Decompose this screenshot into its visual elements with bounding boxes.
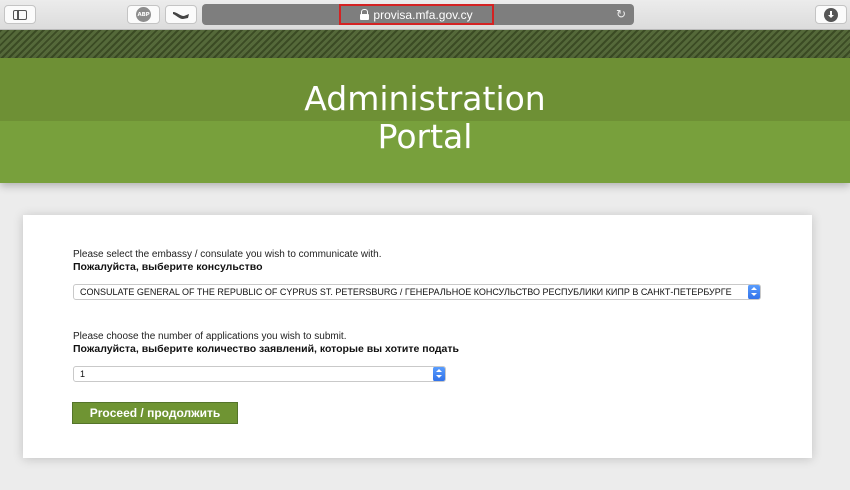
embassy-select-value: CONSULATE GENERAL OF THE REPUBLIC OF CYP… (80, 287, 732, 297)
page-title-line1: Administration (304, 79, 546, 118)
count-label-ru: Пожалуйста, выберите количество заявлени… (73, 343, 459, 355)
lock-icon (360, 9, 370, 20)
header-stripe-band (0, 30, 850, 58)
embassy-label-en: Please select the embassy / consulate yo… (73, 249, 382, 260)
form-card: Please select the embassy / consulate yo… (23, 215, 812, 458)
extension-button[interactable] (165, 5, 197, 24)
download-icon (824, 7, 838, 22)
page-header: Administration Portal (0, 58, 850, 183)
page-title-line2: Portal (377, 117, 473, 156)
application-count-value: 1 (80, 369, 86, 379)
sidebar-icon (13, 9, 27, 20)
select-arrows-icon (748, 285, 760, 299)
address-bar[interactable]: provisa.mfa.gov.cy ↻ (202, 4, 634, 25)
browser-toolbar: ABP provisa.mfa.gov.cy ↻ (0, 0, 850, 30)
reload-icon[interactable]: ↻ (616, 8, 628, 20)
embassy-select[interactable]: CONSULATE GENERAL OF THE REPUBLIC OF CYP… (73, 284, 761, 300)
proceed-button[interactable]: Proceed / продолжить (72, 402, 238, 424)
url-highlight: provisa.mfa.gov.cy (339, 4, 494, 25)
adblock-plus-icon: ABP (136, 7, 151, 22)
application-count-select[interactable]: 1 (73, 366, 446, 382)
embassy-label-ru: Пожалуйста, выберите консульство (73, 261, 263, 273)
extension-icon (173, 11, 189, 19)
url-text: provisa.mfa.gov.cy (373, 7, 473, 22)
adblock-plus-button[interactable]: ABP (127, 5, 160, 24)
count-label-en: Please choose the number of applications… (73, 331, 347, 342)
select-arrows-icon (433, 367, 445, 381)
sidebar-toggle-button[interactable] (4, 5, 36, 24)
downloads-button[interactable] (815, 5, 847, 24)
page-title: Administration Portal (0, 80, 850, 156)
